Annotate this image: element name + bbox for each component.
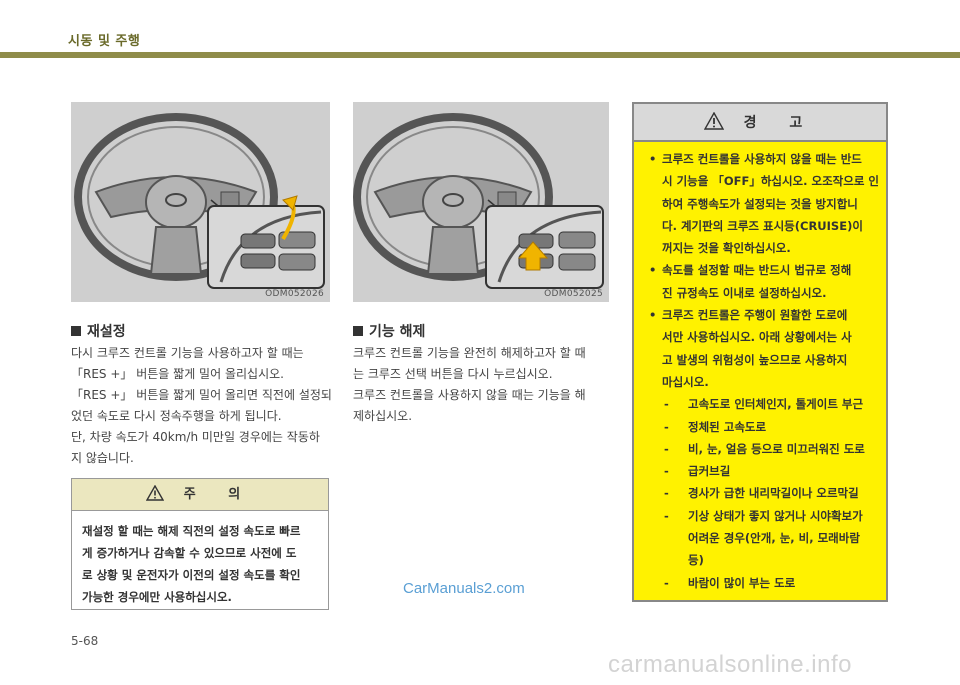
warning-box: 경 고 • 크루즈 컨트롤을 사용하지 않을 때는 반드 시 기능을 「OFF」하… xyxy=(632,102,888,602)
warning-subitem: - 급커브길 xyxy=(664,464,731,479)
chapter-title: 시동 및 주행 xyxy=(68,34,141,49)
section-heading-cancel: 기능 해제 xyxy=(353,321,425,341)
page-header: 시동 및 주행 xyxy=(0,0,960,58)
footer-watermark: carmanualsonline.info xyxy=(608,651,852,678)
warning-triangle-icon xyxy=(703,112,724,130)
text-line: 시 기능을 「OFF」하십시오. 오조작으로 인 xyxy=(662,174,879,189)
section-body-cancel: 크루즈 컨트롤 기능을 완전히 해제하고자 할 때 는 크루즈 선택 버튼을 다… xyxy=(353,343,609,427)
page-number: 5-68 xyxy=(71,634,99,648)
text-line: 고 발생의 위험성이 높으므로 사용하지 xyxy=(662,352,848,367)
warning-subitem: - 고속도로 인터체인지, 톨게이트 부근 xyxy=(664,397,864,412)
square-bullet-icon xyxy=(71,326,81,336)
steering-wheel-illustration xyxy=(353,113,604,289)
caution-text: 재설정 할 때는 해제 직전의 설정 속도로 빠르 게 증가하거나 감속할 수 … xyxy=(72,511,328,608)
warning-bullet: • 속도를 설정할 때는 반드시 법규로 정해 xyxy=(649,263,852,278)
warning-title: 경 고 xyxy=(743,115,817,131)
section-heading-reset: 재설정 xyxy=(71,321,126,341)
text-line: 꺼지는 것을 확인하십시오. xyxy=(662,241,791,256)
text-line: 는 크루즈 선택 버튼을 다시 누르십시오. xyxy=(353,367,553,381)
section-body-reset: 다시 크루즈 컨트롤 기능을 사용하고자 할 때는 「RES +」 버튼을 짧게… xyxy=(71,343,332,469)
text-line: 재설정 할 때는 해제 직전의 설정 속도로 빠르 xyxy=(82,524,301,538)
caution-box: 주 의 재설정 할 때는 해제 직전의 설정 속도로 빠르 게 증가하거나 감속… xyxy=(71,478,329,610)
warning-text: • 크루즈 컨트롤을 사용하지 않을 때는 반드 시 기능을 「OFF」하십시오.… xyxy=(634,142,886,594)
warning-triangle-icon xyxy=(145,484,164,501)
caution-title: 주 의 xyxy=(183,487,255,502)
warning-bullet: • 크루즈 컨트롤을 사용하지 않을 때는 반드 xyxy=(649,152,862,166)
text-line: 크루즈 컨트롤 기능을 완전히 해제하고자 할 때 xyxy=(353,346,586,360)
warning-subitem: - 바람이 많이 부는 도로 xyxy=(664,575,796,590)
steering-wheel-illustration xyxy=(74,113,325,289)
text-line: 가능한 경우에만 사용하십시오. xyxy=(82,590,232,604)
text-line: 단, 차량 속도가 40km/h 미만일 경우에는 작동하 xyxy=(71,430,320,444)
text-line: 어려운 경우(안개, 눈, 비, 모래바람 xyxy=(688,531,860,546)
text-line: 크루즈 컨트롤을 사용하지 않을 때는 기능을 해 xyxy=(353,388,586,402)
figure-code: ODM052025 xyxy=(544,289,603,299)
text-line: 「RES +」 버튼을 짧게 밀어 올리면 직전에 설정되 xyxy=(71,388,332,402)
text-line: 게 증가하거나 감속할 수 있으므로 사전에 도 xyxy=(82,546,297,560)
warning-subitem: - 경사가 급한 내리막길이나 오르막길 xyxy=(664,486,859,501)
figure-steering-cancel: ODM052025 xyxy=(353,102,609,302)
text-line: 「RES +」 버튼을 짧게 밀어 올리십시오. xyxy=(71,367,284,381)
warning-bullet: • 크루즈 컨트롤은 주행이 원활한 도로에 xyxy=(649,308,848,323)
text-line: 다시 크루즈 컨트롤 기능을 사용하고자 할 때는 xyxy=(71,346,304,360)
watermark-link[interactable]: CarManuals2.com xyxy=(403,580,525,597)
warning-header: 경 고 xyxy=(634,104,886,142)
figure-steering-res: ODM052026 xyxy=(71,102,330,302)
text-line: 제하십시오. xyxy=(353,409,413,423)
text-line: 지 않습니다. xyxy=(71,451,134,465)
text-line: 마십시오. xyxy=(662,374,709,389)
square-bullet-icon xyxy=(353,326,363,336)
warning-subitem: - 비, 눈, 얼음 등으로 미끄러워진 도로 xyxy=(664,441,865,456)
text-line: 었던 속도로 다시 정속주행을 하게 됩니다. xyxy=(71,409,282,423)
text-line: 다. 계기판의 크루즈 표시등(CRUISE)이 xyxy=(662,218,863,233)
text-line: 서만 사용하십시오. 아래 상황에서는 사 xyxy=(662,330,852,345)
text-line: 하여 주행속도가 설정되는 것을 방지합니 xyxy=(662,196,858,211)
figure-code: ODM052026 xyxy=(265,289,324,299)
warning-subitem: - 정체된 고속도로 xyxy=(664,419,767,434)
text-line: 진 규정속도 이내로 설정하십시오. xyxy=(662,285,827,300)
caution-header: 주 의 xyxy=(72,479,328,511)
warning-subitem: - 기상 상태가 좋지 않거나 시야확보가 xyxy=(664,508,863,523)
text-line: 로 상황 및 운전자가 이전의 설정 속도를 확인 xyxy=(82,568,301,582)
header-rule xyxy=(0,52,960,58)
text-line: 등) xyxy=(688,553,704,568)
